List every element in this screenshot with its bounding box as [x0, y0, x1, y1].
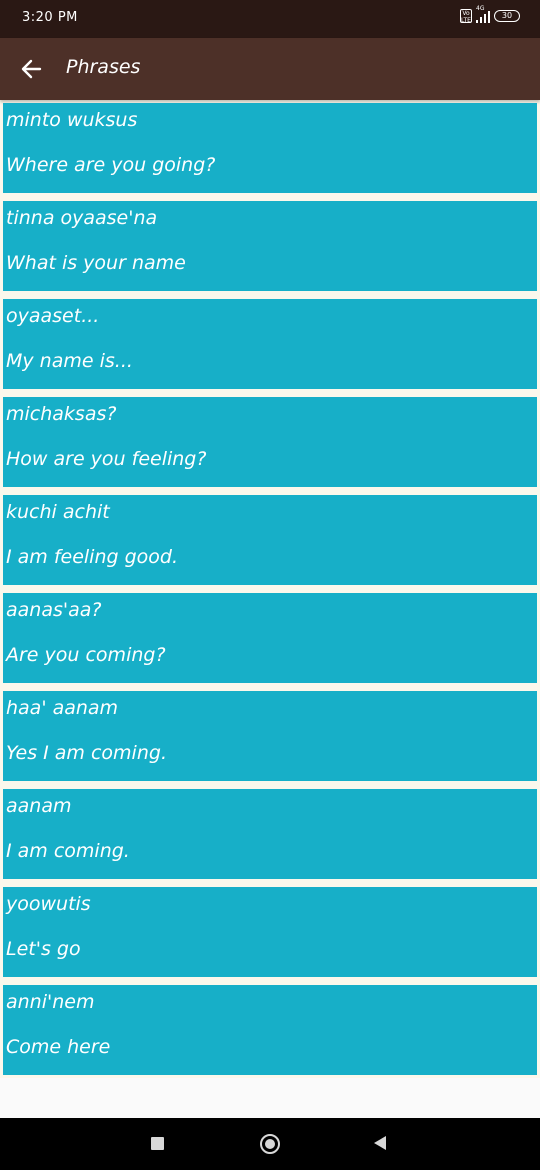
english-phrase: How are you feeling? — [6, 448, 207, 470]
native-phrase: haa' aanam — [6, 697, 119, 719]
phrase-card[interactable]: aanas'aa? Are you coming? — [3, 593, 537, 683]
phrase-card[interactable]: oyaaset... My name is... — [3, 299, 537, 389]
page-title: Phrases — [66, 56, 141, 78]
network-label: 4G — [476, 5, 485, 12]
native-phrase: kuchi achit — [6, 501, 110, 523]
native-phrase: michaksas? — [6, 403, 117, 425]
back-button[interactable] — [18, 55, 46, 83]
native-phrase: minto wuksus — [6, 109, 138, 131]
english-phrase: Yes I am coming. — [6, 742, 167, 764]
native-phrase: tinna oyaase'na — [6, 207, 158, 229]
english-phrase: My name is... — [6, 350, 133, 372]
square-icon[interactable] — [151, 1137, 164, 1150]
phrase-card[interactable]: aanam I am coming. — [3, 789, 537, 879]
native-phrase: yoowutis — [6, 893, 91, 915]
status-bar: 3:20 PM Vo LTE 4G 30 — [0, 0, 540, 38]
english-phrase: I am coming. — [6, 840, 130, 862]
phrase-card[interactable]: yoowutis Let's go — [3, 887, 537, 977]
phrase-card[interactable]: kuchi achit I am feeling good. — [3, 495, 537, 585]
system-nav-bar — [0, 1118, 540, 1170]
phrase-card[interactable]: anni'nem Come here — [3, 985, 537, 1075]
phrase-card[interactable]: minto wuksus Where are you going? — [3, 103, 537, 193]
phrase-card[interactable]: tinna oyaase'na What is your name — [3, 201, 537, 291]
battery-icon: 30 — [494, 10, 520, 22]
list-end-space — [0, 1078, 540, 1118]
status-time: 3:20 PM — [22, 10, 78, 25]
triangle-back-icon[interactable] — [374, 1136, 386, 1150]
signal-icon: 4G — [476, 5, 490, 23]
english-phrase: I am feeling good. — [6, 546, 179, 568]
english-phrase: What is your name — [6, 252, 186, 274]
phrase-card[interactable]: haa' aanam Yes I am coming. — [3, 691, 537, 781]
status-icons: Vo LTE 4G 30 — [460, 5, 520, 24]
english-phrase: Are you coming? — [6, 644, 166, 666]
native-phrase: oyaaset... — [6, 305, 100, 327]
english-phrase: Let's go — [6, 938, 81, 960]
native-phrase: aanas'aa? — [6, 599, 102, 621]
phrase-card[interactable]: michaksas? How are you feeling? — [3, 397, 537, 487]
app-bar: Phrases — [0, 38, 540, 100]
circle-icon[interactable] — [260, 1134, 280, 1154]
volte-icon: Vo LTE — [460, 9, 472, 24]
english-phrase: Come here — [6, 1036, 111, 1058]
arrow-left-icon — [21, 59, 42, 79]
english-phrase: Where are you going? — [6, 154, 216, 176]
native-phrase: aanam — [6, 795, 72, 817]
native-phrase: anni'nem — [6, 991, 95, 1013]
